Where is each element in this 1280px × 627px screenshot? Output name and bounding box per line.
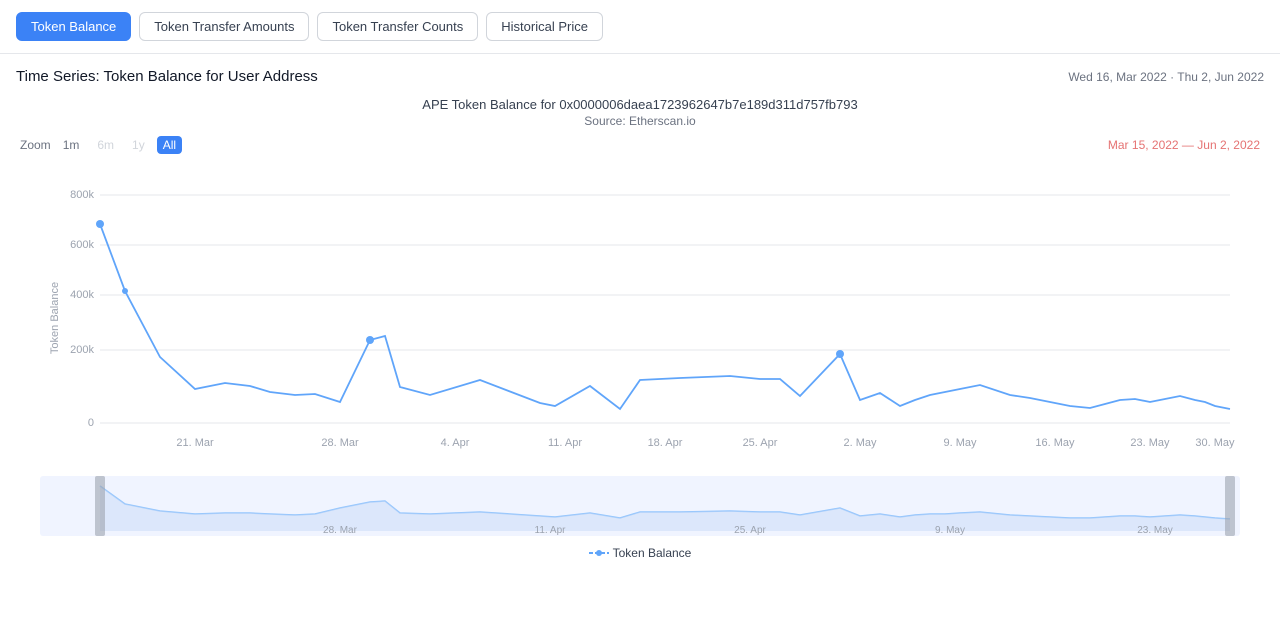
svg-text:200k: 200k (70, 344, 94, 356)
page-title: Time Series: Token Balance for User Addr… (16, 68, 318, 85)
svg-text:800k: 800k (70, 189, 94, 201)
svg-text:11. Apr: 11. Apr (548, 437, 582, 449)
chart-container: APE Token Balance for 0x0000006daea17239… (0, 93, 1280, 560)
zoom-1y[interactable]: 1y (126, 136, 151, 154)
svg-text:23. May: 23. May (1137, 525, 1173, 536)
svg-text:23. May: 23. May (1130, 437, 1170, 449)
svg-text:2. May: 2. May (843, 437, 877, 449)
main-chart: Token Balance 800k 600k 400k 200k 0 (16, 158, 1264, 468)
zoom-row: Zoom 1m 6m 1y All Mar 15, 2022 — Jun 2, … (16, 136, 1264, 154)
svg-text:18. Apr: 18. Apr (648, 437, 683, 449)
tab-token-balance[interactable]: Token Balance (16, 12, 131, 41)
svg-text:Token Balance: Token Balance (49, 282, 61, 354)
mini-chart: 28. Mar 11. Apr 25. Apr 9. May 23. May (16, 476, 1264, 536)
tab-token-transfer-counts[interactable]: Token Transfer Counts (317, 12, 478, 41)
svg-text:0: 0 (88, 417, 94, 429)
mini-chart-container: 28. Mar 11. Apr 25. Apr 9. May 23. May (16, 476, 1264, 536)
header-date-range: Wed 16, Mar 2022 · Thu 2, Jun 2022 (1068, 70, 1264, 84)
legend-token-balance: Token Balance (589, 546, 692, 560)
tab-token-transfer-amounts[interactable]: Token Transfer Amounts (139, 12, 309, 41)
chart-title: APE Token Balance for 0x0000006daea17239… (16, 97, 1264, 112)
svg-text:16. May: 16. May (1035, 437, 1075, 449)
svg-text:28. Mar: 28. Mar (323, 525, 358, 536)
zoom-all[interactable]: All (157, 136, 182, 154)
svg-text:400k: 400k (70, 289, 94, 301)
zoom-6m[interactable]: 6m (91, 136, 120, 154)
svg-text:25. Apr: 25. Apr (743, 437, 778, 449)
svg-text:9. May: 9. May (935, 525, 965, 536)
tab-historical-price[interactable]: Historical Price (486, 12, 603, 41)
tab-bar: Token Balance Token Transfer Amounts Tok… (0, 0, 1280, 54)
svg-text:4. Apr: 4. Apr (441, 437, 470, 449)
svg-text:600k: 600k (70, 239, 94, 251)
chart-date-range: Mar 15, 2022 — Jun 2, 2022 (1108, 138, 1260, 152)
legend-label: Token Balance (613, 546, 692, 560)
zoom-1m[interactable]: 1m (57, 136, 86, 154)
zoom-label: Zoom (20, 138, 51, 152)
svg-text:9. May: 9. May (943, 437, 977, 449)
svg-text:30. May: 30. May (1195, 437, 1235, 449)
svg-text:11. Apr: 11. Apr (535, 525, 567, 536)
svg-text:25. Apr: 25. Apr (734, 525, 766, 536)
chart-source: Source: Etherscan.io (16, 114, 1264, 128)
page-header: Time Series: Token Balance for User Addr… (0, 54, 1280, 93)
svg-text:21. Mar: 21. Mar (176, 437, 214, 449)
svg-text:28. Mar: 28. Mar (321, 437, 359, 449)
chart-legend: Token Balance (16, 546, 1264, 560)
